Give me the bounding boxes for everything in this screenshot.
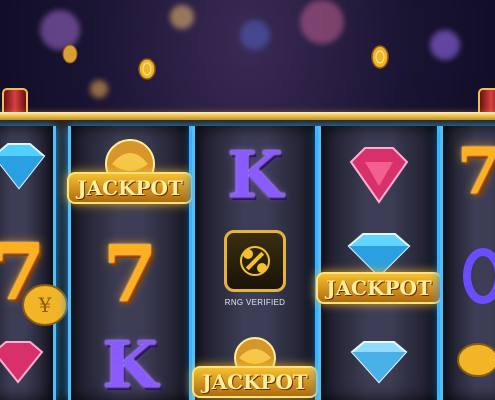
seven-symbol: 7 [71, 236, 189, 314]
seven-label: 7 [457, 134, 495, 209]
jackpot-label: JACKPOT [67, 172, 193, 204]
jackpot-symbol: JACKPOT [316, 232, 442, 304]
ruby-icon [0, 341, 44, 384]
bokeh-light [240, 20, 270, 50]
rng-logo-icon [224, 230, 286, 292]
bokeh-light [430, 30, 460, 60]
ruby-symbol [321, 146, 437, 206]
bokeh-light [90, 80, 108, 98]
king-label: K [227, 138, 283, 213]
diamond-symbol [321, 340, 437, 384]
svg-text:¥: ¥ [38, 293, 52, 317]
rng-verified-badge: RNG VERIFIED [195, 230, 315, 307]
diamond-icon [0, 143, 46, 190]
king-symbol: K [71, 334, 189, 398]
coin-symbol [443, 340, 495, 380]
gold-coin-icon [371, 45, 389, 69]
jackpot-symbol: JACKPOT [67, 134, 193, 204]
slot-machine-scene: 7 ¥ JACKPOT 7 K K RNG VERIFIED JACKPOT J… [0, 0, 495, 400]
gold-coin-icon [62, 44, 78, 64]
purple-symbol [443, 246, 495, 306]
seven-label: 7 [102, 229, 158, 320]
diamond-icon [350, 341, 408, 384]
king-label: K [102, 328, 158, 400]
rng-verified-label: RNG VERIFIED [224, 298, 286, 307]
jackpot-label: JACKPOT [316, 272, 442, 304]
jackpot-symbol: JACKPOT [192, 332, 318, 398]
diamond-symbol [0, 142, 53, 192]
reel-left-partial: 7 [0, 126, 56, 400]
bokeh-light [300, 0, 344, 44]
seven-symbol: 7 [443, 140, 495, 204]
gold-coin-icon [457, 343, 495, 377]
king-symbol: K [195, 144, 315, 208]
bokeh-light [170, 5, 194, 29]
jackpot-label: JACKPOT [192, 366, 318, 398]
reel-4: JACKPOT [316, 126, 442, 400]
reel-3: K RNG VERIFIED JACKPOT [192, 126, 318, 400]
gold-coin-icon: ¥ [22, 284, 68, 326]
purple-zero-icon [463, 248, 495, 304]
reel-2: JACKPOT 7 K [67, 126, 193, 400]
ruby-icon [349, 147, 409, 204]
reel-5-partial: 7 [440, 126, 495, 400]
ruby-symbol [0, 340, 53, 384]
gold-coin-icon [138, 58, 156, 80]
